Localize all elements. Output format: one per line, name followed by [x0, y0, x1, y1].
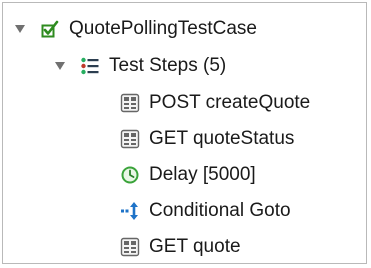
tree-node-label: GET quote — [149, 236, 241, 257]
rest-request-icon — [119, 236, 141, 258]
tree-node-test-steps[interactable]: Test Steps (5) — [53, 49, 226, 83]
tree-node-label: Test Steps (5) — [109, 55, 227, 76]
tree-node-label: QuotePollingTestCase — [69, 18, 257, 39]
test-steps-list-icon — [79, 55, 101, 77]
tree-node-step[interactable]: POST createQuote — [119, 86, 310, 120]
tree-node-label: Delay [5000] — [149, 164, 256, 185]
expand-arrow-icon[interactable] — [53, 59, 67, 73]
tree-node-step[interactable]: Conditional Goto — [119, 194, 291, 228]
conditional-goto-icon — [119, 200, 141, 222]
tree-node-step[interactable]: Delay [5000] — [119, 158, 256, 192]
tree-node-label: Conditional Goto — [149, 200, 291, 221]
rest-request-icon — [119, 128, 141, 150]
tree-node-testcase[interactable]: QuotePollingTestCase — [13, 12, 257, 46]
clock-icon — [119, 164, 141, 186]
tree-node-step[interactable]: GET quoteStatus — [119, 122, 294, 156]
rest-request-icon — [119, 92, 141, 114]
project-tree-panel: QuotePollingTestCase Test Steps (5) POST… — [2, 2, 367, 264]
tree-node-label: POST createQuote — [149, 92, 311, 113]
tree-node-step[interactable]: GET quote — [119, 230, 241, 264]
testcase-check-icon — [39, 18, 61, 40]
tree-node-label: GET quoteStatus — [149, 128, 295, 149]
expand-arrow-icon[interactable] — [13, 22, 27, 36]
